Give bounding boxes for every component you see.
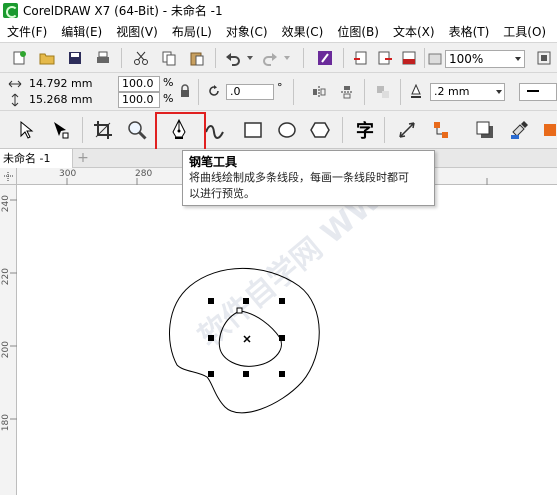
- ruler-tick-label: 280: [135, 169, 153, 179]
- mirror-vertical-icon[interactable]: [336, 81, 358, 103]
- zoom-tool-icon[interactable]: [124, 117, 150, 143]
- drawing-canvas[interactable]: 软件自学网 WWW.RJZXW.COM: [18, 186, 557, 495]
- dimension-tool-icon[interactable]: [394, 117, 420, 143]
- save-icon[interactable]: [64, 47, 86, 69]
- outline-pen-icon: [405, 81, 427, 103]
- rotation-degree-symbol: °: [277, 81, 283, 94]
- chevron-down-icon[interactable]: [511, 52, 524, 66]
- menu-effects[interactable]: 效果(C): [275, 23, 331, 40]
- property-bar: 14.792 mm 15.268 mm 100.0 % 100.0 % .0 °…: [0, 73, 557, 111]
- menu-view[interactable]: 视图(V): [109, 23, 165, 40]
- publish-pdf-icon[interactable]: [398, 47, 420, 69]
- mirror-horizontal-icon[interactable]: [308, 81, 330, 103]
- coreldraw-app-icon: [3, 3, 18, 18]
- polygon-tool-icon[interactable]: [307, 117, 333, 143]
- scale-y-field[interactable]: 100.0: [118, 92, 160, 108]
- new-document-icon[interactable]: [8, 47, 30, 69]
- lock-ratio-icon[interactable]: [177, 82, 193, 100]
- pen-tool-tooltip: 钢笔工具 将曲线绘制成多条线段，每画一条线段时都可 以进行预览。: [182, 150, 435, 206]
- shape-tool-icon[interactable]: [48, 117, 74, 143]
- menu-bar: 文件(F) 编辑(E) 视图(V) 布局(L) 对象(C) 效果(C) 位图(B…: [0, 21, 557, 42]
- tooltip-description-line2: 以进行预览。: [189, 187, 255, 200]
- ellipse-tool-icon[interactable]: [274, 117, 300, 143]
- toolbox: 字: [0, 111, 557, 149]
- menu-object[interactable]: 对象(C): [219, 23, 275, 40]
- watermark: 软件自学网 WWW.RJZXW.COM: [192, 186, 557, 354]
- scale-y-percent: %: [163, 92, 174, 105]
- menu-tools[interactable]: 工具(O): [496, 23, 553, 40]
- height-icon: [6, 92, 24, 108]
- tooltip-description-line1: 将曲线绘制成多条线段，每画一条线段时都可: [189, 171, 409, 184]
- start-node: [236, 307, 243, 314]
- full-screen-icon[interactable]: [533, 47, 555, 69]
- ruler-tick-label: 240: [1, 195, 11, 213]
- copy-icon[interactable]: [158, 47, 180, 69]
- rotate-icon: [205, 82, 223, 100]
- scale-x-percent: %: [163, 76, 174, 89]
- pen-tool-highlight: [155, 112, 206, 152]
- ruler-tick-label: 300: [59, 169, 77, 179]
- ruler-tick-label: 220: [1, 268, 11, 286]
- menu-text[interactable]: 文本(X): [386, 23, 442, 40]
- print-icon[interactable]: [92, 47, 114, 69]
- object-width-field[interactable]: 14.792 mm: [26, 77, 116, 93]
- object-height-field[interactable]: 15.268 mm: [26, 93, 116, 109]
- document-tab[interactable]: 未命名 -1: [0, 149, 73, 168]
- window-title: CorelDRAW X7 (64-Bit) - 未命名 -1: [23, 4, 223, 18]
- title-bar: CorelDRAW X7 (64-Bit) - 未命名 -1: [0, 0, 557, 21]
- drop-shadow-tool-icon[interactable]: [472, 117, 498, 143]
- standard-toolbar: 100%: [0, 42, 557, 73]
- undo-icon[interactable]: [222, 47, 244, 69]
- add-tab-icon[interactable]: +: [76, 151, 90, 166]
- eyedropper-tool-icon[interactable]: [506, 117, 532, 143]
- app-launcher-icon[interactable]: [424, 47, 446, 69]
- scale-x-field[interactable]: 100.0: [118, 76, 160, 92]
- ruler-tick-label: 180: [1, 414, 11, 432]
- pick-tool-icon[interactable]: [14, 117, 40, 143]
- redo-dropdown-icon[interactable]: [281, 47, 293, 69]
- export-icon[interactable]: [374, 47, 396, 69]
- interactive-fill-icon[interactable]: [540, 117, 557, 143]
- center-marker: [243, 335, 251, 343]
- import-icon[interactable]: [350, 47, 372, 69]
- width-icon: [6, 76, 24, 92]
- search-content-icon[interactable]: [314, 47, 336, 69]
- menu-file[interactable]: 文件(F): [0, 23, 54, 40]
- chevron-down-icon[interactable]: [492, 85, 505, 99]
- rectangle-tool-icon[interactable]: [240, 117, 266, 143]
- svg-text:软件自学网 WWW.RJZXW.COM: 软件自学网 WWW.RJZXW.COM: [192, 186, 557, 354]
- menu-bitmaps[interactable]: 位图(B): [330, 23, 386, 40]
- vertical-ruler[interactable]: 240 220 200 180: [0, 185, 17, 495]
- undo-dropdown-icon[interactable]: [244, 47, 256, 69]
- text-tool-icon[interactable]: 字: [352, 117, 378, 143]
- redo-icon[interactable]: [259, 47, 281, 69]
- menu-table[interactable]: 表格(T): [442, 23, 497, 40]
- ruler-tick-label: 200: [1, 341, 11, 359]
- open-folder-icon[interactable]: [36, 47, 58, 69]
- tooltip-title: 钢笔工具: [189, 155, 238, 169]
- menu-edit[interactable]: 编辑(E): [54, 23, 109, 40]
- connector-tool-icon[interactable]: [428, 117, 454, 143]
- rotation-angle-field[interactable]: .0: [226, 84, 274, 100]
- wrap-text-icon[interactable]: [372, 81, 394, 103]
- crop-tool-icon[interactable]: [90, 117, 116, 143]
- line-style-select[interactable]: [519, 83, 557, 101]
- cut-icon[interactable]: [130, 47, 152, 69]
- menu-layout[interactable]: 布局(L): [165, 23, 219, 40]
- ruler-origin[interactable]: [0, 168, 17, 185]
- paste-icon[interactable]: [186, 47, 208, 69]
